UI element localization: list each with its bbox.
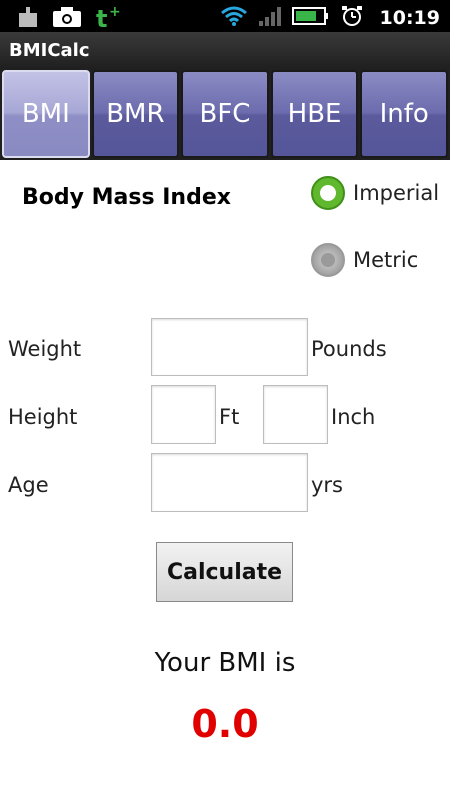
tab-bmr[interactable]: BMR xyxy=(91,70,180,158)
height-label: Height xyxy=(8,405,78,429)
app-title: BMICalc xyxy=(9,40,90,61)
height-ft-unit: Ft xyxy=(219,405,240,429)
height-ft-field[interactable] xyxy=(151,385,216,444)
status-bar: t + 10:19 xyxy=(0,0,450,34)
title-bar: BMICalc xyxy=(0,32,450,69)
imperial-option[interactable]: Imperial xyxy=(311,176,439,210)
age-input[interactable] xyxy=(152,454,307,511)
camera-icon xyxy=(52,6,82,32)
metric-label: Metric xyxy=(353,248,419,272)
t-plus-icon: t + xyxy=(96,4,122,34)
wifi-icon xyxy=(220,5,248,31)
result-value: 0.0 xyxy=(191,702,259,746)
download-icon xyxy=(18,6,38,32)
weight-field[interactable] xyxy=(151,318,308,376)
metric-radio[interactable] xyxy=(311,243,345,277)
weight-unit: Pounds xyxy=(311,337,387,361)
age-unit: yrs xyxy=(311,473,344,497)
tab-hbe[interactable]: HBE xyxy=(270,70,359,158)
height-inch-input[interactable] xyxy=(264,386,327,443)
height-inch-unit: Inch xyxy=(331,405,376,429)
age-label: Age xyxy=(8,473,49,497)
tab-info[interactable]: Info xyxy=(360,70,448,158)
age-field[interactable] xyxy=(151,453,308,512)
tab-bfc[interactable]: BFC xyxy=(181,70,269,158)
signal-icon xyxy=(258,5,282,31)
clock: 10:19 xyxy=(379,7,440,29)
calculate-button[interactable]: Calculate xyxy=(156,542,293,602)
svg-text:+: + xyxy=(109,4,121,20)
alarm-icon xyxy=(340,4,364,32)
svg-text:t: t xyxy=(96,5,107,30)
battery-icon xyxy=(291,5,330,31)
imperial-radio[interactable] xyxy=(311,176,345,210)
tab-bar: BMI BMR BFC HBE Info xyxy=(0,68,450,160)
imperial-label: Imperial xyxy=(353,181,440,205)
weight-label: Weight xyxy=(8,337,82,361)
weight-input[interactable] xyxy=(152,319,307,375)
height-inch-field[interactable] xyxy=(263,385,328,444)
page-title: Body Mass Index xyxy=(22,185,231,210)
height-ft-input[interactable] xyxy=(152,386,215,443)
result-label: Your BMI is xyxy=(154,648,296,678)
metric-option[interactable]: Metric xyxy=(311,243,418,277)
tab-bmi[interactable]: BMI xyxy=(2,70,90,158)
